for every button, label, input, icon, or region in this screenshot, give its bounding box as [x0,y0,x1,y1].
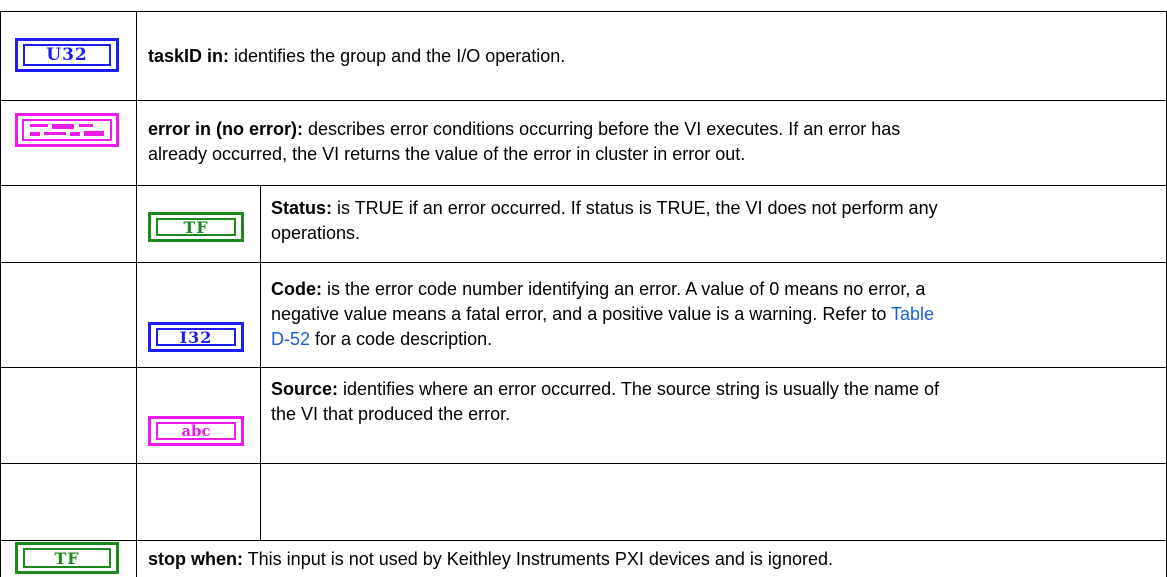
table-border-top [0,11,1167,12]
taskid-description: taskID in: identifies the group and the … [148,44,565,69]
stop-when-term: stop when: [148,549,243,569]
table-border-left [0,11,1,577]
source-line2: the VI that produced the error. [271,404,511,424]
taskid-text: identifies the group and the I/O operati… [229,46,566,66]
column-divider [136,11,137,577]
stop-when-description: stop when: This input is not used by Kei… [148,547,833,572]
source-term: Source: [271,379,339,399]
stop-when-text: This input is not used by Keithley Instr… [243,549,833,569]
error-cluster-icon [15,113,119,147]
error-in-line1: describes error conditions occurring bef… [303,119,901,139]
row-divider [0,100,1167,101]
i32-terminal-icon: I32 [148,322,244,352]
row-divider [0,540,1167,541]
code-term: Code: [271,279,322,299]
row-divider [0,463,1167,464]
code-line3: for a code description. [310,329,493,349]
code-description: Code: is the error code number identifyi… [271,277,934,352]
status-term: Status: [271,198,333,218]
tf-label: TF [156,218,236,237]
row-divider [0,185,1167,186]
source-line1: identifies where an error occurred. The … [338,379,939,399]
row-divider [0,262,1167,263]
u32-terminal-icon: U32 [15,38,119,72]
u32-label: U32 [23,44,111,66]
error-in-term: error in (no error): [148,119,304,139]
tf-label: TF [23,548,111,568]
boolean-tf-icon: TF [148,212,244,242]
status-description: Status: is TRUE if an error occurred. If… [271,196,938,246]
column-divider-nested [260,185,261,540]
source-description: Source: identifies where an error occurr… [271,377,939,427]
parameter-table: U32 taskID in: identifies the group and … [0,0,1167,577]
status-line2: operations. [271,223,361,243]
error-in-description: error in (no error): describes error con… [148,117,900,167]
row-divider [0,367,1167,368]
taskid-term: taskID in: [148,46,230,66]
code-line1: is the error code number identifying an … [322,279,926,299]
table-d52-link[interactable]: Table [891,304,934,324]
abc-label: abc [156,422,236,440]
code-line2: negative value means a fatal error, and … [271,304,892,324]
boolean-tf-icon: TF [15,542,119,574]
error-cluster-glyph [22,119,112,141]
table-d52-link-cont[interactable]: D-52 [271,329,310,349]
error-in-line2: already occurred, the VI returns the val… [148,144,746,164]
i32-label: I32 [156,328,236,347]
string-abc-icon: abc [148,416,244,446]
status-line1: is TRUE if an error occurred. If status … [332,198,938,218]
